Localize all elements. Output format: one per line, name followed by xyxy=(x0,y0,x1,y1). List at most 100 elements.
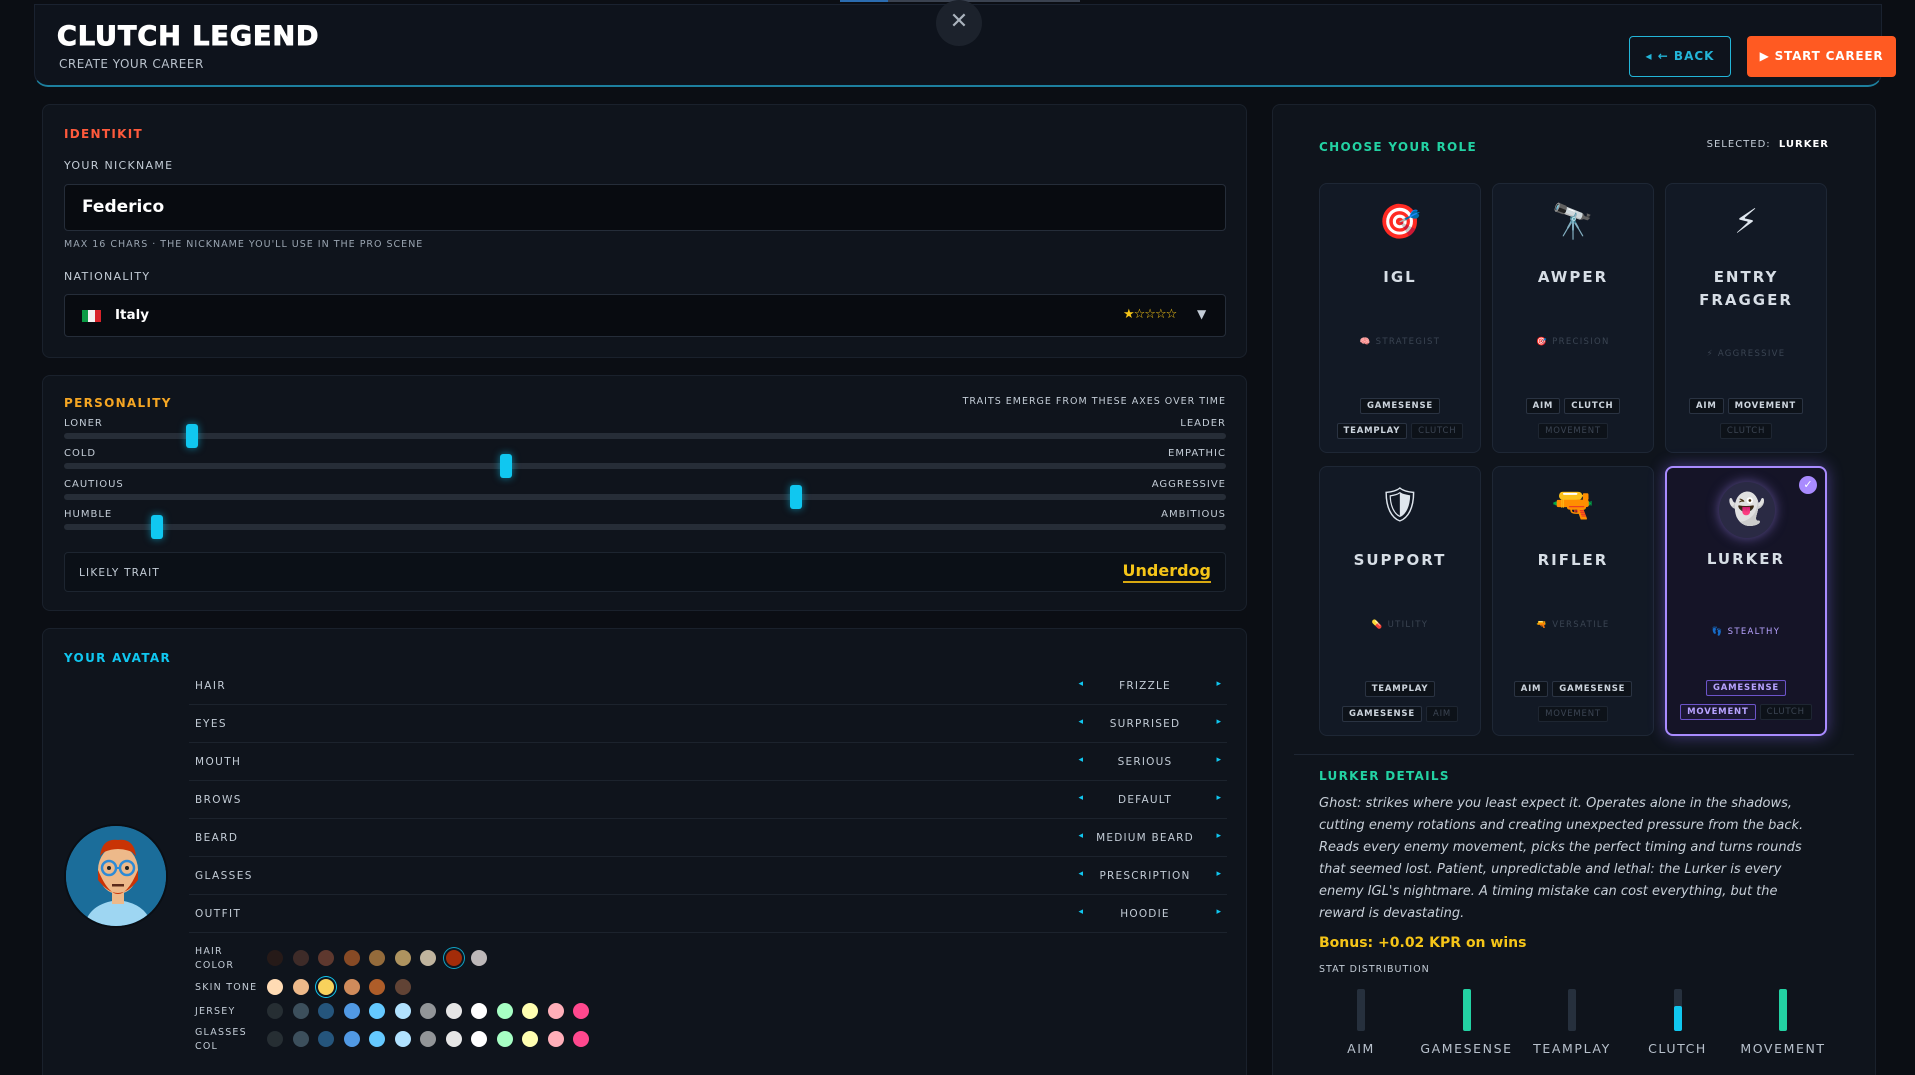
color-swatch[interactable] xyxy=(292,950,309,966)
color-swatch[interactable] xyxy=(522,1003,538,1019)
stat-bar xyxy=(1462,989,1471,1031)
color-swatch[interactable] xyxy=(394,1003,411,1019)
role-card-rifler[interactable]: 🔫 RIFLER 🔫 VERSATILE AIM GAMESENSE MOVEMENT xyxy=(1492,466,1654,736)
role-subtitle: ⚡ AGGRESSIVE xyxy=(1706,349,1786,359)
color-swatch[interactable] xyxy=(369,979,385,995)
next-arrow-icon[interactable]: ▸ xyxy=(1216,907,1221,917)
palette-label-line1: SKIN TONE xyxy=(195,982,258,993)
slider-thumb[interactable] xyxy=(499,454,512,478)
prev-arrow-icon[interactable]: ◂ xyxy=(1078,907,1083,917)
prev-arrow-icon[interactable]: ◂ xyxy=(1078,717,1083,727)
color-swatch[interactable] xyxy=(496,1031,513,1047)
role-card-support[interactable]: 🛡 SUPPORT 💊 UTILITY TEAMPLAY GAMESENSE AIM xyxy=(1319,466,1481,736)
next-arrow-icon[interactable]: ▸ xyxy=(1216,717,1221,727)
color-swatch[interactable] xyxy=(318,1003,334,1019)
role-card-awper[interactable]: 🔭 AWPER 🎯 PRECISION AIM CLUTCH MOVEMENT xyxy=(1492,183,1654,453)
stat-name: TEAMPLAY xyxy=(1533,1041,1611,1056)
color-swatch[interactable] xyxy=(445,950,462,966)
next-arrow-icon[interactable]: ▸ xyxy=(1216,831,1221,841)
color-swatch[interactable] xyxy=(318,950,334,966)
slider-thumb[interactable] xyxy=(185,424,198,448)
personality-slider[interactable] xyxy=(64,424,1226,448)
role-subtitle: 💊 UTILITY xyxy=(1371,620,1429,630)
next-arrow-icon[interactable]: ▸ xyxy=(1216,755,1221,765)
color-swatch[interactable] xyxy=(445,1031,462,1047)
role-card-entry-fragger[interactable]: ⚡ ENTRY FRAGGER ⚡ AGGRESSIVE AIM MOVEMENT CLU… xyxy=(1665,183,1827,453)
color-swatch[interactable] xyxy=(318,1031,334,1047)
color-swatch[interactable] xyxy=(471,950,487,966)
axis-right-label: AGGRESSIVE xyxy=(1151,479,1226,490)
color-swatch[interactable] xyxy=(267,979,283,995)
palette-label-line1: HAIR xyxy=(195,946,223,957)
color-swatch[interactable] xyxy=(267,1031,283,1047)
color-swatch[interactable] xyxy=(343,950,360,966)
next-arrow-icon[interactable]: ▸ xyxy=(1216,869,1221,879)
color-swatch[interactable] xyxy=(420,1003,436,1019)
avatar-panel: YOUR AVATAR HAIR ◂ FRIZZLE ▸ EYES ◂ SURPRISED ▸… xyxy=(42,628,1247,1075)
personality-title: PERSONALITY xyxy=(64,396,172,410)
next-arrow-icon[interactable]: ▸ xyxy=(1216,793,1221,803)
chevron-down-icon: ▼ xyxy=(1197,307,1207,321)
prev-arrow-icon[interactable]: ◂ xyxy=(1078,831,1083,841)
stat-bar-fill xyxy=(1462,989,1471,1031)
slider-thumb[interactable] xyxy=(150,515,163,539)
axis-left-label: COLD xyxy=(64,448,97,459)
color-swatch[interactable] xyxy=(369,950,385,966)
color-swatch[interactable] xyxy=(547,1031,564,1047)
color-swatch[interactable] xyxy=(420,1031,436,1047)
check-icon: ✓ xyxy=(1799,476,1817,494)
nationality-select[interactable]: Italy ★☆☆☆☆ ▼ xyxy=(64,294,1226,337)
color-swatch[interactable] xyxy=(292,1031,309,1047)
nickname-input[interactable]: Federico xyxy=(64,184,1226,231)
stat-tag: CLUTCH xyxy=(1719,423,1773,439)
prev-arrow-icon[interactable]: ◂ xyxy=(1078,755,1083,765)
personality-slider[interactable] xyxy=(64,485,1226,509)
role-card-lurker[interactable]: 👻 LURKER 👣 STEALTHY GAMESENSE MOVEMENT CLUTCH… xyxy=(1665,466,1827,736)
color-swatch[interactable] xyxy=(343,979,360,995)
stat-tag: TEAMPLAY xyxy=(1364,681,1436,697)
stat-tag: GAMESENSE xyxy=(1360,398,1440,414)
identikit-panel: IDENTIKIT YOUR NICKNAME Federico MAX 16 … xyxy=(42,104,1247,358)
color-swatch[interactable] xyxy=(573,1003,589,1019)
color-swatch[interactable] xyxy=(471,1031,487,1047)
color-swatch[interactable] xyxy=(471,1003,487,1019)
prev-arrow-icon[interactable]: ◂ xyxy=(1078,793,1083,803)
scope-icon: 🔭 xyxy=(1551,202,1595,242)
close-icon[interactable]: ✕ xyxy=(936,0,982,46)
color-swatch[interactable] xyxy=(573,1031,589,1047)
color-swatch[interactable] xyxy=(369,1031,385,1047)
color-swatch[interactable] xyxy=(394,1031,411,1047)
prev-arrow-icon[interactable]: ◂ xyxy=(1078,679,1083,689)
color-swatch[interactable] xyxy=(420,950,436,966)
color-swatch[interactable] xyxy=(496,1003,513,1019)
stat-bar-fill xyxy=(1779,989,1787,1031)
app-subtitle: CREATE YOUR CAREER xyxy=(59,57,204,71)
color-swatch[interactable] xyxy=(343,1031,360,1047)
color-swatch[interactable] xyxy=(394,950,411,966)
next-arrow-icon[interactable]: ▸ xyxy=(1216,679,1221,689)
color-swatch[interactable] xyxy=(369,1003,385,1019)
personality-slider[interactable] xyxy=(64,454,1226,478)
color-swatch[interactable] xyxy=(547,1003,564,1019)
stat-tag: CLUTCH xyxy=(1759,704,1812,720)
color-swatch[interactable] xyxy=(318,979,334,995)
option-name: BROWS xyxy=(195,794,242,806)
tag-row: AIM GAMESENSE xyxy=(1493,681,1653,697)
back-button[interactable]: ◂ ← BACK xyxy=(1629,36,1731,77)
color-swatch[interactable] xyxy=(445,1003,462,1019)
axis-right-label: LEADER xyxy=(1180,418,1226,429)
color-swatch[interactable] xyxy=(522,1031,538,1047)
color-swatch[interactable] xyxy=(292,979,309,995)
avatar-option-row: OUTFIT ◂ HOODIE ▸ xyxy=(189,895,1227,933)
color-swatch[interactable] xyxy=(292,1003,309,1019)
personality-slider[interactable] xyxy=(64,515,1226,539)
start-career-button[interactable]: ▶ START CAREER xyxy=(1747,36,1896,77)
slider-thumb[interactable] xyxy=(790,485,803,509)
color-swatch[interactable] xyxy=(267,950,283,966)
color-swatch[interactable] xyxy=(394,979,411,995)
color-swatch[interactable] xyxy=(343,1003,360,1019)
prev-arrow-icon[interactable]: ◂ xyxy=(1078,869,1083,879)
role-card-igl[interactable]: 🎯 IGL 🧠 STRATEGIST GAMESENSE TEAMPLAY CLUTCH xyxy=(1319,183,1481,453)
color-swatch[interactable] xyxy=(267,1003,283,1019)
stat-bar xyxy=(1779,989,1787,1031)
